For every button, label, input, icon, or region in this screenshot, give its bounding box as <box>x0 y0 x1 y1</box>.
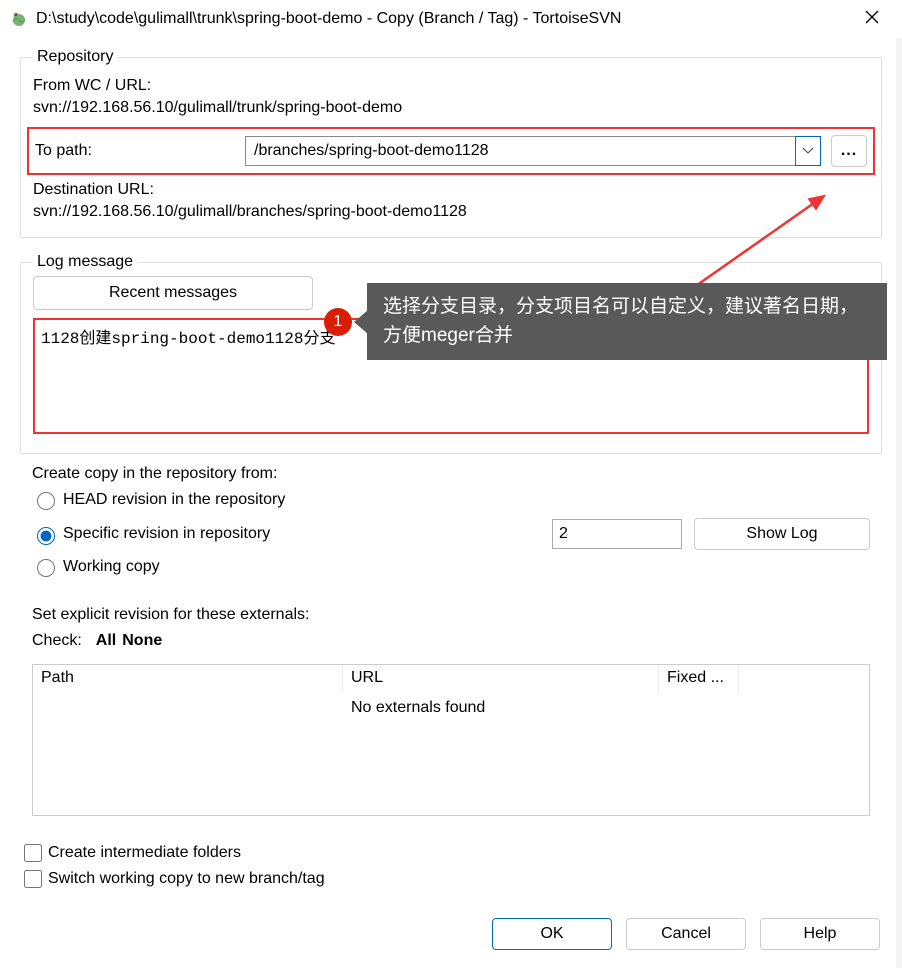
specific-revision-row: Specific revision in repository Show Log <box>32 518 870 550</box>
check-all-link[interactable]: All <box>96 632 116 650</box>
switch-wc-checkbox[interactable] <box>24 870 42 888</box>
from-wc-label: From WC / URL: <box>33 77 869 95</box>
annotation-callout: 1 选择分支目录，分支项目名可以自定义，建议著名日期，方便meger合并 <box>324 283 887 360</box>
working-copy-row: Working copy <box>32 556 870 577</box>
to-path-input[interactable] <box>246 137 795 165</box>
create-copy-from-group: Create copy in the repository from: HEAD… <box>20 465 882 585</box>
create-intermediate-label[interactable]: Create intermediate folders <box>48 844 241 862</box>
externals-col-url[interactable]: URL <box>343 665 659 693</box>
externals-table: Path URL Fixed ... No externals found <box>32 664 870 816</box>
to-path-label: To path: <box>35 142 235 160</box>
annotation-pointer-icon <box>354 310 368 334</box>
help-button[interactable]: Help <box>760 918 880 950</box>
to-path-combo[interactable] <box>245 136 821 166</box>
externals-table-header: Path URL Fixed ... <box>33 665 869 693</box>
destination-url: svn://192.168.56.10/gulimall/branches/sp… <box>33 203 869 221</box>
check-none-link[interactable]: None <box>122 632 162 650</box>
create-copy-from-label: Create copy in the repository from: <box>32 465 870 483</box>
externals-group: Set explicit revision for these external… <box>20 600 882 826</box>
to-path-highlight: To path: ... <box>27 127 875 175</box>
dialog-buttons: OK Cancel Help <box>492 918 880 950</box>
repository-group: Repository From WC / URL: svn://192.168.… <box>20 48 882 238</box>
externals-label: Set explicit revision for these external… <box>32 606 870 624</box>
destination-url-label: Destination URL: <box>33 181 869 199</box>
switch-wc-label[interactable]: Switch working copy to new branch/tag <box>48 870 325 888</box>
check-label: Check: <box>32 632 82 650</box>
head-revision-radio[interactable] <box>37 492 55 510</box>
externals-col-fixed[interactable]: Fixed ... <box>659 665 739 693</box>
right-edge <box>896 38 902 968</box>
cancel-button[interactable]: Cancel <box>626 918 746 950</box>
browse-button[interactable]: ... <box>831 135 867 167</box>
close-button[interactable] <box>852 10 892 29</box>
head-revision-label[interactable]: HEAD revision in the repository <box>63 491 285 509</box>
working-copy-radio[interactable] <box>37 559 55 577</box>
revision-number-input[interactable] <box>552 519 682 549</box>
specific-revision-radio[interactable] <box>37 527 55 545</box>
annotation-number: 1 <box>324 308 352 336</box>
ok-button[interactable]: OK <box>492 918 612 950</box>
bottom-checks: Create intermediate folders Switch worki… <box>20 841 882 891</box>
specific-revision-label[interactable]: Specific revision in repository <box>63 525 270 543</box>
show-log-button[interactable]: Show Log <box>694 518 870 550</box>
recent-messages-button[interactable]: Recent messages <box>33 276 313 310</box>
externals-empty-text: No externals found <box>343 693 869 723</box>
externals-col-path[interactable]: Path <box>33 665 343 693</box>
tortoisesvn-icon <box>10 10 28 28</box>
annotation-text: 选择分支目录，分支项目名可以自定义，建议著名日期，方便meger合并 <box>367 283 887 360</box>
log-message-legend: Log message <box>33 253 137 271</box>
window-title: D:\study\code\gulimall\trunk\spring-boot… <box>36 10 852 28</box>
create-intermediate-checkbox[interactable] <box>24 844 42 862</box>
head-revision-row: HEAD revision in the repository <box>32 489 870 510</box>
titlebar: D:\study\code\gulimall\trunk\spring-boot… <box>0 0 902 38</box>
repository-legend: Repository <box>33 48 117 66</box>
working-copy-label[interactable]: Working copy <box>63 558 160 576</box>
to-path-dropdown-button[interactable] <box>795 136 821 166</box>
from-wc-url: svn://192.168.56.10/gulimall/trunk/sprin… <box>33 99 869 117</box>
chevron-down-icon <box>802 147 814 155</box>
